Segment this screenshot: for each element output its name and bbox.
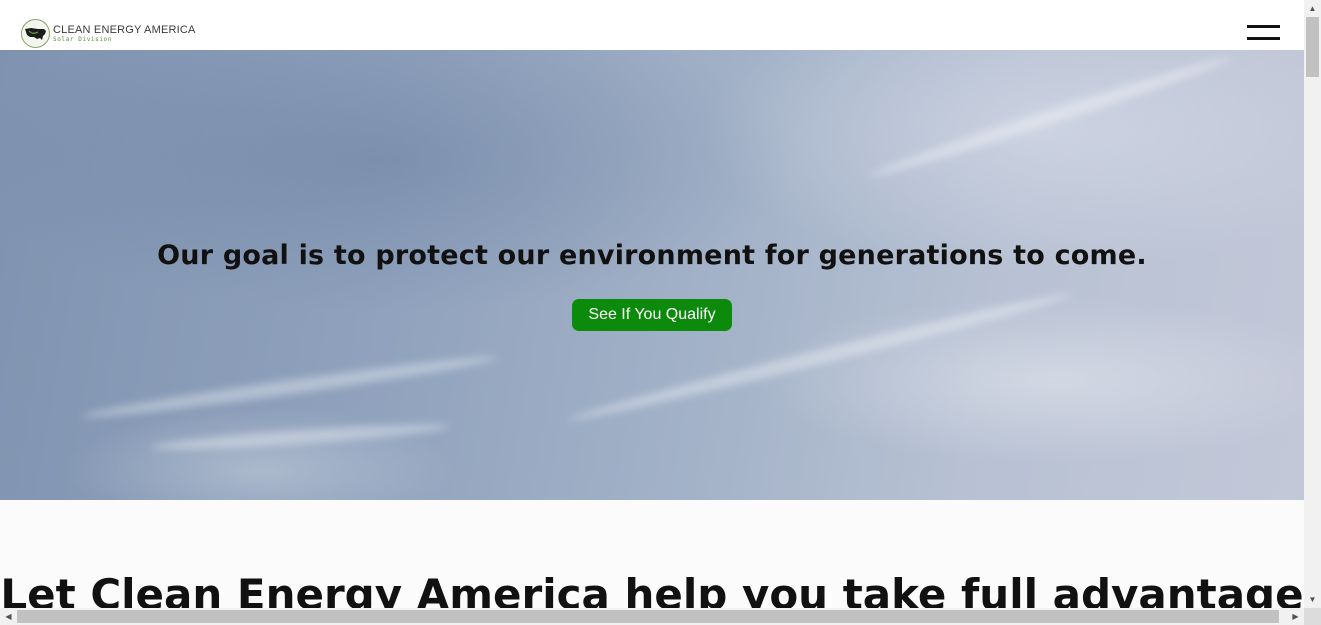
site-logo[interactable]: CLEAN ENERGY AMERICA Solar Division <box>21 19 196 48</box>
see-if-you-qualify-button[interactable]: See If You Qualify <box>572 299 732 331</box>
horizontal-scrollbar[interactable]: ◀ ▶ <box>0 608 1304 625</box>
hero-title: Our goal is to protect our environment f… <box>157 240 1147 271</box>
logo-title: CLEAN ENERGY AMERICA <box>53 23 196 36</box>
hero-banner: Our goal is to protect our environment f… <box>0 50 1304 500</box>
chevron-up-icon[interactable]: ▲ <box>1304 0 1321 17</box>
chevron-right-icon[interactable]: ▶ <box>1287 608 1304 625</box>
chevron-left-icon[interactable]: ◀ <box>0 608 17 625</box>
page-viewport: CLEAN ENERGY AMERICA Solar Division Our … <box>0 0 1304 608</box>
section-heading: Let Clean Energy America help you take f… <box>0 570 1304 608</box>
vertical-scroll-thumb[interactable] <box>1306 17 1319 77</box>
vertical-scrollbar[interactable]: ▲ ▼ <box>1304 0 1321 608</box>
usa-map-icon <box>21 19 50 48</box>
horizontal-scroll-thumb[interactable] <box>17 610 1279 623</box>
site-header: CLEAN ENERGY AMERICA Solar Division <box>0 0 1304 53</box>
scrollbar-corner <box>1304 608 1321 625</box>
logo-subtitle: Solar Division <box>53 35 112 43</box>
chevron-down-icon[interactable]: ▼ <box>1304 591 1321 608</box>
